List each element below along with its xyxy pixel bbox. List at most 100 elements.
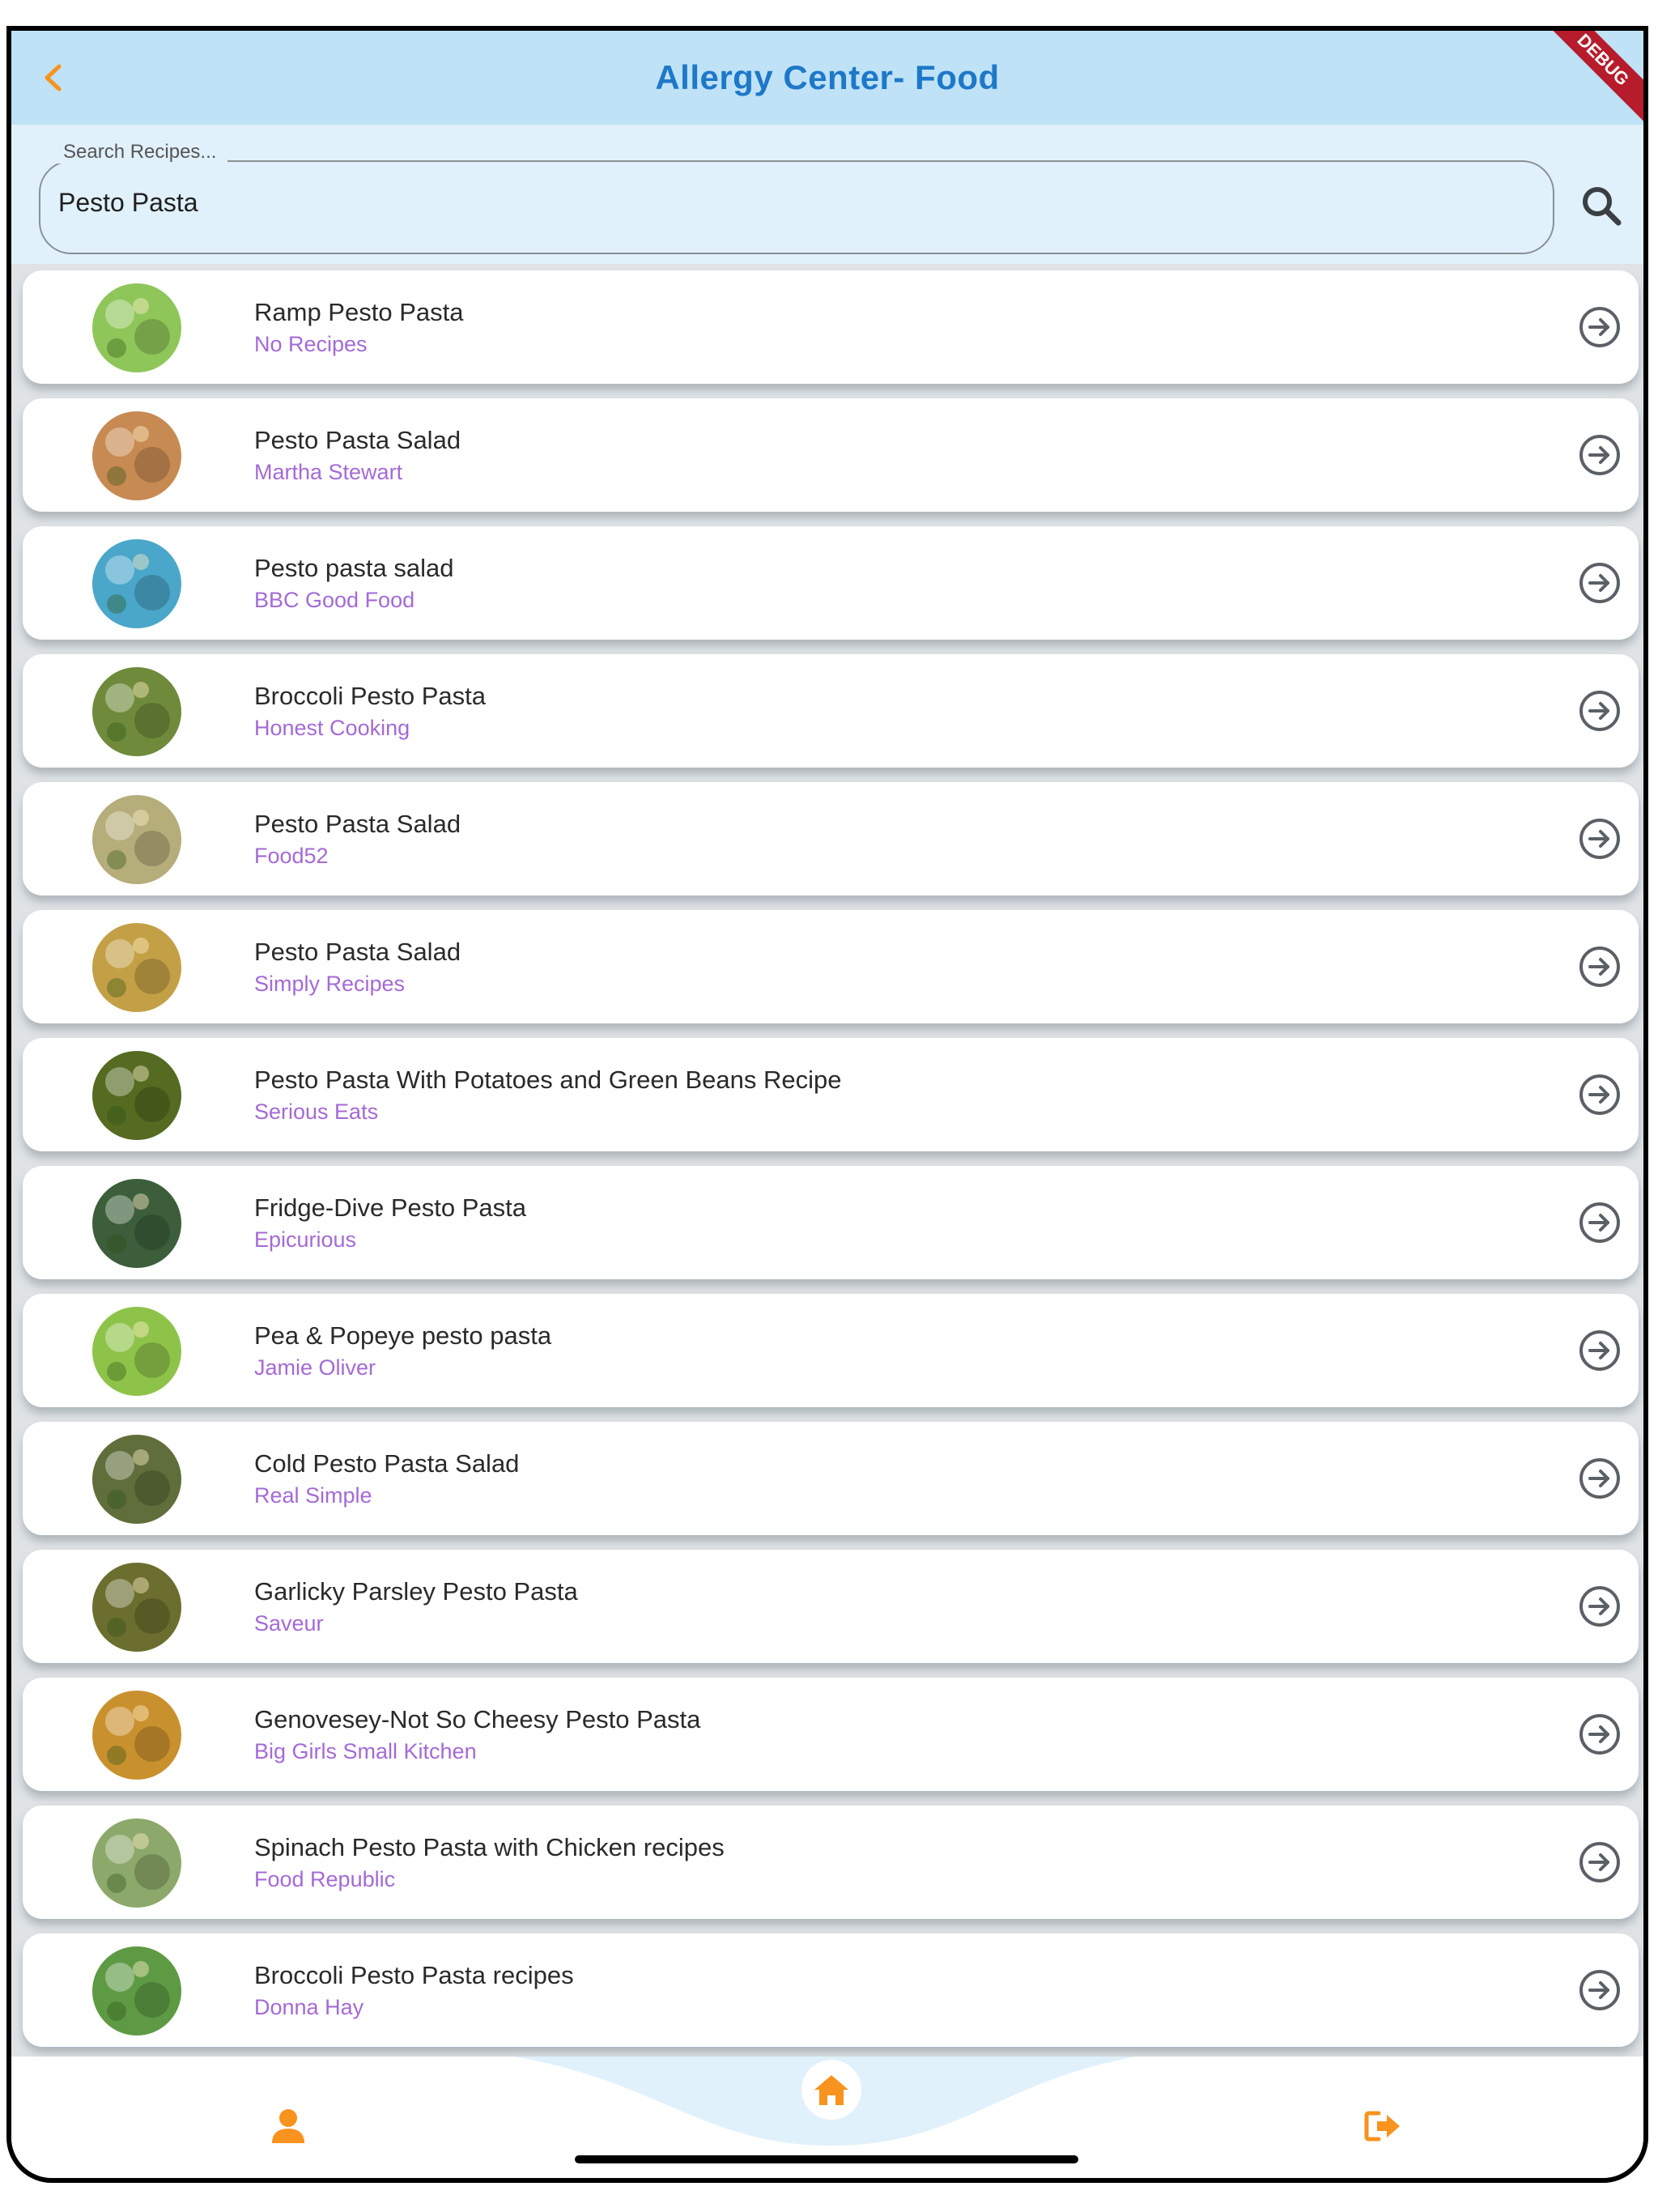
profile-nav-button[interactable] (256, 2094, 321, 2159)
recipe-card[interactable]: Pesto Pasta Salad Simply Recipes (23, 910, 1639, 1023)
recipe-thumbnail (92, 1563, 181, 1652)
home-icon (814, 2075, 848, 2105)
recipe-source: Real Simple (254, 1483, 372, 1508)
recipe-card[interactable]: Broccoli Pesto Pasta recipes Donna Hay (23, 1933, 1639, 2047)
home-indicator (575, 2155, 1078, 2163)
recipe-source: Donna Hay (254, 1995, 364, 2019)
recipe-title: Broccoli Pesto Pasta recipes (254, 1961, 574, 1989)
recipe-title: Cold Pesto Pasta Salad (254, 1449, 520, 1478)
open-recipe-button[interactable] (1577, 1840, 1622, 1885)
recipe-source: Jamie Oliver (254, 1355, 376, 1380)
recipe-card[interactable]: Broccoli Pesto Pasta Honest Cooking (23, 654, 1639, 768)
arrow-right-circle-icon (1579, 946, 1620, 987)
recipe-card[interactable]: Fridge-Dive Pesto Pasta Epicurious (23, 1166, 1639, 1279)
arrow-right-circle-icon (1579, 307, 1620, 347)
recipe-thumbnail (92, 1179, 181, 1268)
recipe-title: Pesto Pasta With Potatoes and Green Bean… (254, 1066, 842, 1094)
recipe-source: Simply Recipes (254, 972, 406, 996)
open-recipe-button[interactable] (1577, 1456, 1622, 1501)
recipe-thumbnail (92, 923, 181, 1012)
recipe-card[interactable]: Ramp Pesto Pasta No Recipes (23, 270, 1639, 384)
recipe-title: Spinach Pesto Pasta with Chicken recipes (254, 1833, 725, 1861)
recipe-thumbnail (92, 1307, 181, 1396)
recipe-source: Honest Cooking (254, 716, 410, 740)
recipe-thumbnail (92, 1691, 181, 1780)
recipe-thumbnail (92, 1435, 181, 1524)
recipe-source: Epicurious (254, 1227, 357, 1252)
arrow-right-circle-icon (1579, 1714, 1620, 1755)
arrow-right-circle-icon (1579, 1970, 1620, 2010)
logout-icon (1364, 2111, 1400, 2142)
recipe-title: Pea & Popeye pesto pasta (254, 1321, 552, 1350)
recipe-title: Broccoli Pesto Pasta (254, 682, 487, 710)
home-nav-button[interactable] (801, 2060, 861, 2120)
open-recipe-button[interactable] (1577, 944, 1622, 989)
search-label: Search Recipes... (52, 141, 228, 164)
search-input-value[interactable]: Pesto Pasta (58, 188, 198, 218)
recipe-card[interactable]: Pesto Pasta Salad Food52 (23, 782, 1639, 895)
arrow-right-circle-icon (1579, 563, 1620, 603)
recipe-title: Pesto Pasta Salad (254, 938, 461, 966)
recipe-thumbnail (92, 411, 181, 500)
recipe-title: Genovesey-Not So Cheesy Pesto Pasta (254, 1705, 701, 1733)
open-recipe-button[interactable] (1577, 1712, 1622, 1757)
arrow-right-circle-icon (1579, 1458, 1620, 1499)
recipe-title: Garlicky Parsley Pesto Pasta (254, 1577, 578, 1606)
arrow-right-circle-icon (1579, 1586, 1620, 1627)
recipe-list: Ramp Pesto Pasta No Recipes Pesto Pasta Sa… (11, 264, 1643, 2061)
recipe-thumbnail (92, 795, 181, 884)
recipe-thumbnail (92, 283, 181, 372)
bottom-navigation (11, 2057, 1643, 2178)
search-icon (1583, 187, 1622, 226)
recipe-source: Martha Stewart (254, 460, 403, 484)
page-title: Allergy Center- Food (655, 58, 1000, 96)
open-recipe-button[interactable] (1577, 816, 1622, 861)
recipe-thumbnail (92, 1819, 181, 1908)
recipe-source: Big Girls Small Kitchen (254, 1739, 477, 1763)
search-input[interactable] (39, 160, 1554, 254)
search-button[interactable] (1572, 177, 1630, 235)
recipe-thumbnail (92, 667, 181, 756)
arrow-right-circle-icon (1579, 1074, 1620, 1115)
recipe-card[interactable]: Cold Pesto Pasta Salad Real Simple (23, 1422, 1639, 1535)
recipe-card[interactable]: Garlicky Parsley Pesto Pasta Saveur (23, 1550, 1639, 1663)
recipe-title: Ramp Pesto Pasta (254, 298, 464, 326)
recipe-title: Pesto Pasta Salad (254, 426, 461, 454)
open-recipe-button[interactable] (1577, 560, 1622, 606)
open-recipe-button[interactable] (1577, 688, 1622, 734)
open-recipe-button[interactable] (1577, 1584, 1622, 1629)
arrow-right-circle-icon (1579, 1842, 1620, 1882)
recipe-thumbnail (92, 539, 181, 628)
recipe-source: Food52 (254, 844, 329, 868)
recipe-source: Serious Eats (254, 1100, 379, 1124)
device-frame: Allergy Center- Food DEBUG Search Recipe… (6, 26, 1648, 2183)
recipe-source: Saveur (254, 1611, 324, 1636)
arrow-right-circle-icon (1579, 1330, 1620, 1371)
recipe-card[interactable]: Genovesey-Not So Cheesy Pesto Pasta Big G… (23, 1678, 1639, 1791)
recipe-source: BBC Good Food (254, 588, 415, 612)
recipe-title: Pesto Pasta Salad (254, 810, 461, 838)
open-recipe-button[interactable] (1577, 1072, 1622, 1117)
arrow-right-circle-icon (1579, 691, 1620, 731)
app-bar: Allergy Center- Food DEBUG (11, 31, 1643, 134)
recipe-title: Pesto pasta salad (254, 554, 454, 582)
arrow-right-circle-icon (1579, 1202, 1620, 1243)
open-recipe-button[interactable] (1577, 1967, 1622, 2013)
recipe-thumbnail (92, 1946, 181, 2035)
recipe-card[interactable]: Pea & Popeye pesto pasta Jamie Oliver (23, 1294, 1639, 1407)
recipe-title: Fridge-Dive Pesto Pasta (254, 1193, 526, 1222)
logout-nav-button[interactable] (1350, 2094, 1415, 2159)
open-recipe-button[interactable] (1577, 1200, 1622, 1245)
person-icon (272, 2109, 304, 2143)
recipe-card[interactable]: Pesto pasta salad BBC Good Food (23, 526, 1639, 640)
recipe-source: No Recipes (254, 332, 368, 356)
recipe-card[interactable]: Pesto Pasta Salad Martha Stewart (23, 398, 1639, 512)
arrow-right-circle-icon (1579, 435, 1620, 475)
recipe-card[interactable]: Spinach Pesto Pasta with Chicken recipes… (23, 1806, 1639, 1919)
recipe-card[interactable]: Pesto Pasta With Potatoes and Green Bean… (23, 1038, 1639, 1151)
open-recipe-button[interactable] (1577, 304, 1622, 350)
open-recipe-button[interactable] (1577, 432, 1622, 478)
recipe-thumbnail (92, 1051, 181, 1140)
recipe-source: Food Republic (254, 1867, 396, 1891)
open-recipe-button[interactable] (1577, 1328, 1622, 1373)
